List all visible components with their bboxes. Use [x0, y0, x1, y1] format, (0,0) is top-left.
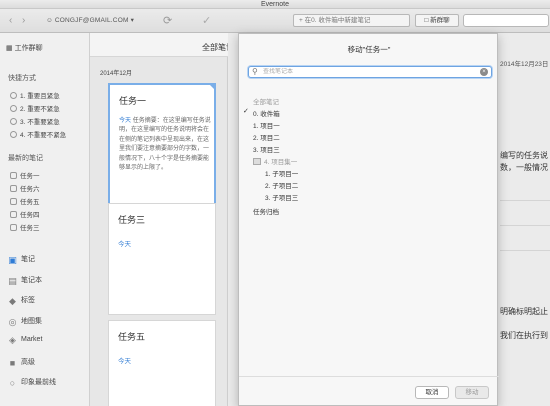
account-menu[interactable]: ☺ CONGJF@GMAIL.COM ▾: [46, 16, 134, 24]
notebook-item[interactable]: 3. 项目三: [253, 144, 280, 154]
notebook-icon: [10, 118, 17, 125]
note-list-header: 全部笔记: [90, 33, 234, 57]
search-input[interactable]: [463, 14, 549, 27]
discover-icon: ○: [9, 378, 16, 388]
note-card-title: 任务三: [118, 215, 146, 225]
notebook-search-box[interactable]: ⚲ ×: [248, 66, 492, 78]
search-icon: ⚲: [252, 67, 258, 76]
sidebar-item-atlas[interactable]: ◎ 地图集: [8, 316, 42, 327]
sidebar-item-notes[interactable]: ▣ 笔记: [8, 254, 35, 265]
chat-icon: □: [424, 17, 429, 24]
window-title-bar: Evernote: [0, 0, 550, 9]
window-title: Evernote: [260, 1, 290, 8]
shortcut-item[interactable]: 1. 重要且紧急: [10, 90, 60, 100]
user-icon: ☺: [46, 17, 53, 24]
notebook-item[interactable]: 3. 子项目三: [265, 192, 298, 202]
note-icon: ▣: [8, 255, 17, 265]
move-note-dialog: 移动"任务一" ⚲ × 全部笔记 ✓ 0. 收件箱 1. 项目一 2. 项目二 …: [238, 33, 499, 406]
selected-corner-marker: [208, 83, 216, 91]
note-icon: [10, 172, 17, 179]
cancel-button[interactable]: 取消: [415, 386, 449, 399]
new-note-label: 在0. 收件箱中新建笔记: [304, 17, 371, 24]
sync-icon[interactable]: ⟳: [163, 14, 172, 27]
toolbar: ‹ › ☺ CONGJF@GMAIL.COM ▾ ⟳ ✓ + 在0. 收件箱中新…: [0, 9, 550, 33]
work-chat-item[interactable]: ▦ 工作群聊: [6, 43, 43, 53]
note-icon: [10, 198, 17, 205]
note-card[interactable]: 任务三 今天: [108, 203, 216, 315]
atlas-icon: ◎: [8, 317, 17, 327]
section-all-notes: 全部笔记: [253, 99, 279, 106]
notebook-icon: [10, 92, 17, 99]
back-arrow-icon[interactable]: ‹: [9, 15, 12, 26]
move-button[interactable]: 移动: [455, 386, 489, 399]
notebook-item[interactable]: 1. 子项目一: [265, 168, 298, 178]
stack-icon: [253, 158, 261, 165]
note-card-date: 今天: [118, 358, 131, 365]
recent-note-item[interactable]: 任务一: [10, 170, 40, 180]
shortcut-item[interactable]: 4. 不重要不紧急: [10, 129, 66, 139]
account-email: CONGJF@GMAIL.COM: [54, 17, 129, 24]
note-card-title: 任务五: [118, 332, 146, 342]
sidebar-item-tags[interactable]: ◆ 标签: [8, 295, 35, 306]
shortcuts-heading: 快捷方式: [8, 75, 36, 82]
notebook-icon: ▤: [8, 276, 17, 286]
notebook-item[interactable]: 2. 子项目二: [265, 180, 298, 190]
shortcut-item[interactable]: 3. 不重要紧急: [10, 116, 60, 126]
check-icon: ✓: [243, 108, 249, 115]
sidebar-item-market[interactable]: ◈ Market: [8, 336, 42, 345]
new-note-button[interactable]: + 在0. 收件箱中新建笔记: [293, 14, 410, 27]
dialog-title: 移动"任务一": [347, 45, 391, 54]
sidebar: ▦ 工作群聊 快捷方式 1. 重要且紧急 2. 重要不紧急 3. 不重要紧急 4…: [0, 33, 90, 406]
activity-icon[interactable]: ✓: [202, 14, 211, 27]
note-icon: [10, 224, 17, 231]
note-card-snippet: 今天 任务摘要：在这里编写任务说明，在这里编写的任务说明将会在在侧的笔记列表中呈…: [119, 118, 211, 172]
chat-icon: ▦: [6, 45, 13, 52]
notebook-item[interactable]: 2. 项目二: [253, 132, 280, 142]
market-icon: ◈: [9, 335, 16, 345]
tag-icon: ◆: [9, 296, 16, 306]
premium-icon: ■: [9, 358, 16, 368]
shortcut-item[interactable]: 2. 重要不紧急: [10, 103, 60, 113]
note-icon: [10, 211, 17, 218]
note-group-date: 2014年12月: [100, 71, 133, 77]
chevron-down-icon: ▾: [130, 17, 135, 24]
notebook-stack-item: 4. 项目集一: [253, 156, 297, 166]
notebook-item[interactable]: 1. 项目一: [253, 120, 280, 130]
note-list: 全部笔记 2014年12月 任务一 今天 任务摘要：在这里编写任务说明，在这里编…: [90, 33, 234, 406]
recent-notes-heading: 最新的笔记: [8, 155, 43, 162]
notebook-item[interactable]: 任务归档: [253, 206, 279, 216]
notebook-search-input[interactable]: [263, 68, 463, 76]
notebook-icon: [10, 131, 17, 138]
recent-note-item[interactable]: 任务六: [10, 183, 40, 193]
clear-icon[interactable]: ×: [480, 68, 488, 76]
notebook-icon: [10, 105, 17, 112]
forward-arrow-icon[interactable]: ›: [22, 15, 25, 26]
note-icon: [10, 185, 17, 192]
notebook-item[interactable]: 0. 收件箱: [253, 108, 280, 118]
new-chat-label: 新群聊: [430, 17, 450, 24]
new-chat-button[interactable]: □ 新群聊: [415, 14, 459, 27]
sidebar-item-premium[interactable]: ■ 高级: [8, 357, 35, 368]
recent-note-item[interactable]: 任务四: [10, 209, 40, 219]
note-card-date: 今天: [118, 241, 131, 248]
recent-note-item[interactable]: 任务五: [10, 196, 40, 206]
note-card-title: 任务一: [119, 96, 147, 106]
work-chat-label: 工作群聊: [14, 45, 43, 52]
sidebar-item-discover[interactable]: ○ 印象最前线: [8, 377, 56, 388]
dialog-footer-divider: [239, 376, 499, 377]
recent-note-item[interactable]: 任务三: [10, 222, 40, 232]
sidebar-item-notebooks[interactable]: ▤ 笔记本: [8, 275, 42, 286]
plus-icon: +: [299, 17, 303, 24]
note-card[interactable]: 任务五 今天: [108, 320, 216, 406]
